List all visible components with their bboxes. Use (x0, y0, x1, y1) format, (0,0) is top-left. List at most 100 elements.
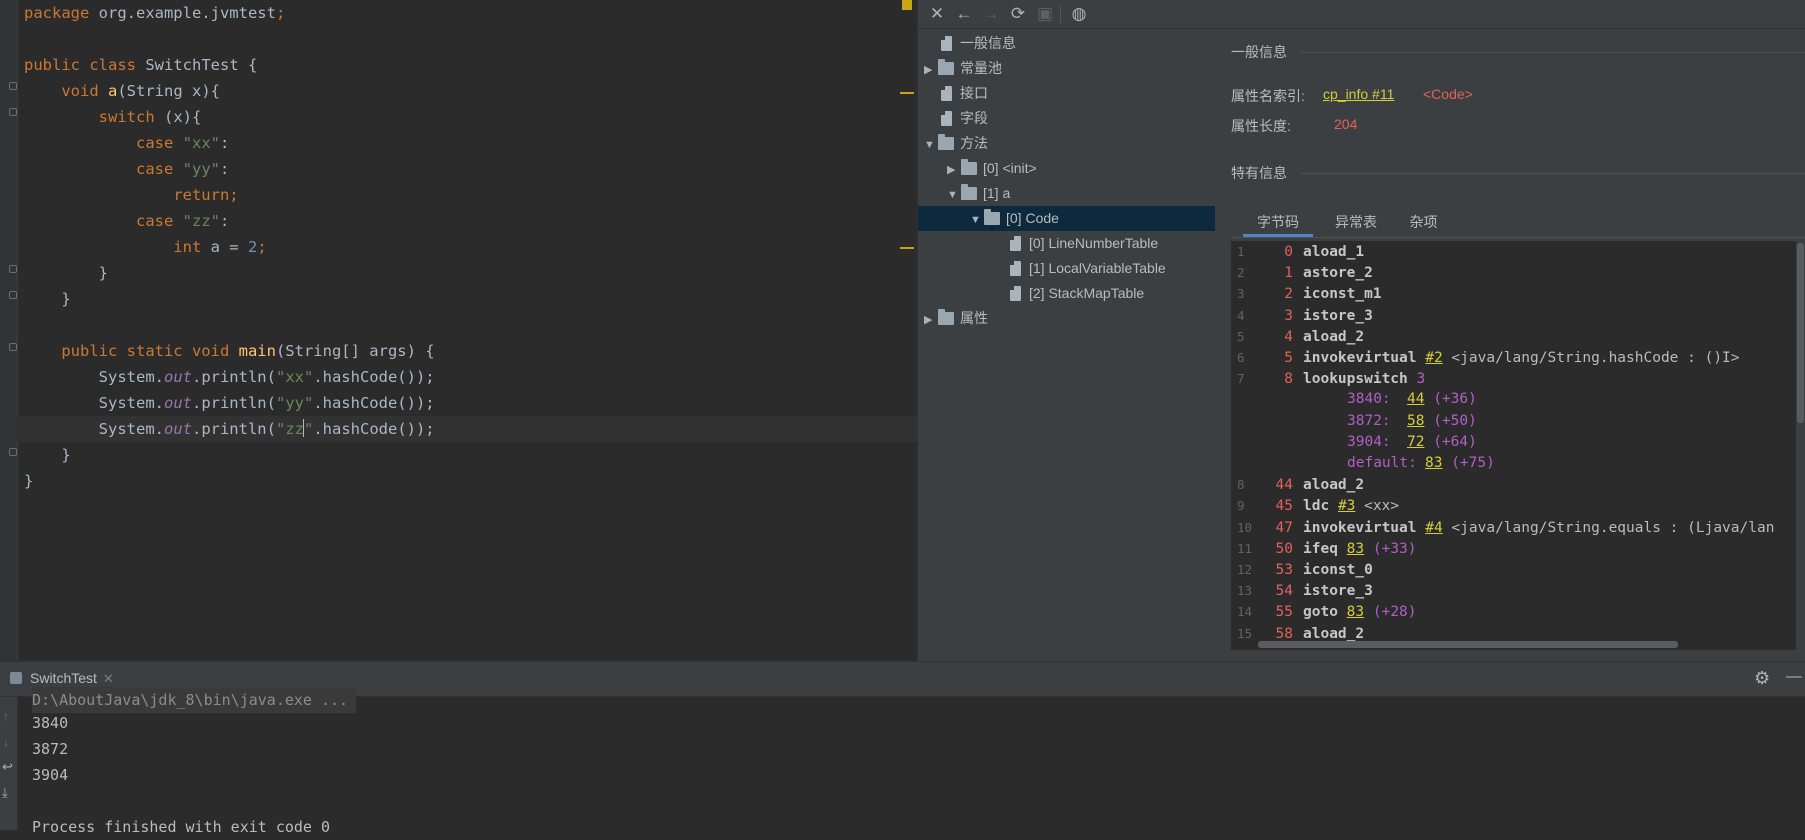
tree-node[interactable]: ▼ [1] a (918, 181, 1215, 206)
bytecode-row[interactable]: 10 47 invokevirtual #4 <java/lang/String.e… (1231, 517, 1774, 538)
expand-right-icon[interactable]: ▶ (924, 308, 938, 333)
code-line[interactable]: switch (x){ (24, 104, 202, 130)
code-line[interactable]: System.out.println("xx".hashCode()); (24, 364, 435, 390)
fold-marker[interactable] (9, 265, 17, 273)
bytecode-reference-link[interactable]: #3 (1338, 498, 1355, 514)
bytecode-reference-link[interactable]: #2 (1425, 350, 1442, 366)
close-tab-icon[interactable]: ✕ (103, 671, 114, 686)
bytecode-row[interactable]: 11 50 ifeq 83 (+33) (1231, 538, 1417, 559)
forward-arrow-icon[interactable]: → (980, 3, 1002, 25)
bytecode-row[interactable]: default: 83 (+75) (1231, 453, 1495, 474)
bytecode-reference-link[interactable]: 58 (1407, 413, 1424, 429)
warning-stripe-mark[interactable] (900, 92, 914, 94)
tab-exception-table[interactable]: 异常表 (1321, 207, 1391, 237)
bytecode-row[interactable]: 13 54 istore_3 (1231, 580, 1373, 601)
tree-node[interactable]: ▶ 属性 (918, 306, 1215, 331)
tree-node[interactable]: [1] LocalVariableTable (918, 256, 1215, 281)
code-line[interactable]: System.out.println("yy".hashCode()); (24, 390, 435, 416)
tree-node[interactable]: ▶ 常量池 (918, 56, 1215, 81)
switch-case-key: default: (1347, 455, 1417, 471)
web-icon[interactable]: ◍ (1068, 3, 1090, 25)
tree-node[interactable]: 一般信息 (918, 31, 1215, 56)
tree-node[interactable]: ▶ [0] <init> (918, 156, 1215, 181)
bytecode-reference-link[interactable]: #4 (1425, 520, 1442, 536)
code-line[interactable]: case "zz": (24, 208, 229, 234)
tree-node[interactable]: [0] LineNumberTable (918, 231, 1215, 256)
fold-marker[interactable] (9, 82, 17, 90)
tree-node[interactable]: 字段 (918, 106, 1215, 131)
code-line[interactable]: case "xx": (24, 130, 229, 156)
tree-node[interactable]: [2] StackMapTable (918, 281, 1215, 306)
expand-right-icon[interactable]: ▶ (947, 158, 961, 183)
scroll-to-end-icon[interactable]: ⤓ (2, 785, 8, 801)
bytecode-row[interactable]: 3840: 44 (+36) (1231, 389, 1477, 410)
class-structure-tree[interactable]: 一般信息 ▶ 常量池 接口 字段 ▼ 方法 ▶ [0] <init> ▼ [1] a ▼ [0] Cod… (918, 31, 1215, 661)
bytecode-row[interactable]: 8 44 aload_2 (1231, 474, 1364, 495)
fold-marker[interactable] (9, 448, 17, 456)
expand-down-icon[interactable]: ▼ (924, 133, 938, 158)
bytecode-row[interactable]: 4 3 istore_3 (1231, 305, 1373, 326)
bytecode-row[interactable]: 12 53 iconst_0 (1231, 559, 1373, 580)
code-line[interactable]: } (24, 286, 70, 312)
expand-right-icon[interactable]: ▶ (924, 58, 938, 83)
error-stripe[interactable] (898, 0, 916, 661)
fold-marker[interactable] (9, 291, 17, 299)
bytecode-row[interactable]: 7 8 lookupswitch 3 (1231, 368, 1425, 389)
bytecode-reference-link[interactable]: 83 (1347, 541, 1364, 557)
warning-stripe-mark[interactable] (900, 247, 914, 249)
tree-node[interactable]: ▼ 方法 (918, 131, 1215, 156)
bytecode-row[interactable]: 1 0 aload_1 (1231, 241, 1364, 262)
bytecode-listing[interactable]: 1 0 aload_1 2 1 astore_2 3 2 iconst_m1 4 3 istore_3… (1231, 241, 1796, 650)
bytecode-reference-link[interactable]: 72 (1407, 434, 1424, 450)
code-line[interactable]: return; (24, 182, 238, 208)
code-line[interactable]: } (24, 260, 108, 286)
tree-node[interactable]: 接口 (918, 81, 1215, 106)
up-arrow-icon[interactable]: ↑ (3, 709, 9, 723)
bytecode-row[interactable]: 3872: 58 (+50) (1231, 411, 1477, 432)
warning-indicator[interactable] (902, 0, 912, 10)
code-line[interactable]: void a(String x){ (24, 78, 220, 104)
settings-gear-icon[interactable]: ⚙ (1754, 668, 1770, 689)
bytecode-row[interactable]: 3 2 iconst_m1 (1231, 283, 1382, 304)
expand-down-icon[interactable]: ▼ (947, 183, 961, 208)
bytecode-branch-offset: (+64) (1424, 433, 1477, 450)
code-line[interactable]: int a = 2; (24, 234, 266, 260)
code-line[interactable]: public static void main(String[] args) { (24, 338, 434, 364)
fold-marker[interactable] (9, 108, 17, 116)
bytecode-row[interactable]: 5 4 aload_2 (1231, 326, 1364, 347)
bytecode-reference-link[interactable]: 83 (1347, 604, 1364, 620)
save-icon[interactable]: ▣ (1034, 3, 1056, 25)
horizontal-scrollbar[interactable] (1258, 641, 1678, 648)
bytecode-row[interactable]: 6 5 invokevirtual #2 <java/lang/String.has… (1231, 347, 1740, 368)
bytecode-row[interactable]: 2 1 astore_2 (1231, 262, 1373, 283)
code-line[interactable]: } (24, 442, 70, 468)
code-token: 2 (247, 238, 258, 256)
code-line[interactable]: public class SwitchTest { (24, 52, 257, 78)
code-token: (x){ (163, 108, 202, 126)
console-output-line: 3904 (32, 766, 69, 784)
bytecode-row[interactable]: 9 45 ldc #3 <xx> (1231, 495, 1399, 516)
expand-down-icon[interactable]: ▼ (970, 208, 984, 233)
attr-name-index-link[interactable]: cp_info #11 (1323, 86, 1394, 102)
vertical-scrollbar[interactable] (1797, 243, 1804, 423)
code-line[interactable]: System.out.println("zz".hashCode()); (24, 416, 435, 442)
code-line[interactable]: package org.example.jvmtest; (24, 0, 285, 26)
fold-marker[interactable] (9, 343, 17, 351)
code-line[interactable]: case "yy": (24, 156, 229, 182)
bytecode-row[interactable]: 14 55 goto 83 (+28) (1231, 601, 1417, 622)
bytecode-row[interactable]: 3904: 72 (+64) (1231, 432, 1477, 453)
run-tab[interactable]: SwitchTest ✕ (10, 670, 114, 687)
down-arrow-icon[interactable]: ↓ (3, 735, 9, 749)
tree-node[interactable]: ▼ [0] Code (918, 206, 1215, 231)
minimize-icon[interactable]: — (1786, 668, 1802, 686)
refresh-icon[interactable]: ⟳ (1007, 3, 1029, 25)
tab-bytecode[interactable]: 字节码 (1243, 207, 1313, 237)
tab-misc[interactable]: 杂项 (1396, 207, 1451, 237)
code-editor[interactable]: package org.example.jvmtest; public class… (0, 0, 917, 661)
code-line[interactable]: } (24, 468, 33, 494)
close-icon[interactable]: ✕ (926, 3, 948, 25)
soft-wrap-icon[interactable]: ↩ (2, 759, 13, 775)
bytecode-reference-link[interactable]: 83 (1425, 455, 1442, 471)
bytecode-reference-link[interactable]: 44 (1407, 391, 1424, 407)
back-arrow-icon[interactable]: ← (953, 3, 975, 25)
